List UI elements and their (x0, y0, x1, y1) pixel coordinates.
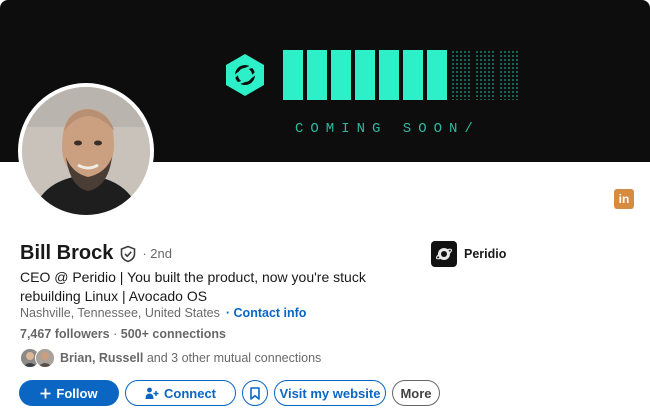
stats-separator: · (113, 327, 121, 341)
visit-website-label: Visit my website (279, 385, 381, 401)
connection-degree: · 2nd (142, 246, 172, 261)
mutual-rest: and 3 other mutual connections (143, 351, 322, 365)
visit-website-button[interactable]: Visit my website (274, 380, 386, 406)
save-bookmark-button[interactable] (242, 380, 268, 406)
profile-photo[interactable] (18, 83, 154, 219)
profile-photo-image (22, 87, 150, 215)
mutual-text: Brian, Russell and 3 other mutual connec… (60, 351, 321, 365)
progress-bar-segment (427, 50, 447, 100)
add-person-icon (145, 387, 159, 400)
company-logo-icon (435, 248, 453, 260)
plus-icon (40, 388, 51, 399)
connections-count[interactable]: 500+ connections (121, 327, 226, 341)
mutual-avatar-russell (35, 348, 55, 368)
mutual-connections[interactable]: Brian, Russell and 3 other mutual connec… (20, 348, 321, 368)
profile-name: Bill Brock (20, 242, 114, 264)
linkedin-icon[interactable]: in (614, 189, 634, 209)
profile-card: COMING SOON/ in Bill Brock · 2nd CEO @ P… (0, 0, 650, 418)
progress-bar-segment (379, 50, 399, 100)
progress-bar-segment (475, 50, 495, 100)
current-company[interactable]: Peridio (431, 241, 506, 267)
location-row: Nashville, Tennessee, United States · Co… (20, 306, 306, 320)
progress-bar-segment (499, 50, 519, 100)
mutual-names: Brian, Russell (60, 351, 144, 365)
progress-bar-segment (283, 50, 303, 100)
progress-bar-segment (307, 50, 327, 100)
company-name: Peridio (464, 247, 507, 261)
coming-soon-text: COMING SOON/ (295, 121, 480, 137)
verified-shield-icon[interactable] (119, 245, 137, 263)
profile-headline: CEO @ Peridio | You built the product, n… (20, 269, 366, 304)
peridio-company-logo (431, 241, 457, 267)
progress-bar-segment (403, 50, 423, 100)
follow-label: Follow (56, 385, 98, 401)
peridio-logo-icon (226, 54, 264, 96)
connect-button[interactable]: Connect (125, 380, 236, 406)
profile-actions: Follow Connect Visit my website More (19, 380, 446, 406)
progress-bar-segment (451, 50, 471, 100)
contact-info-link[interactable]: · Contact info (226, 306, 307, 320)
follower-stats: 7,467 followers · 500+ connections (20, 327, 226, 341)
progress-bars (283, 50, 523, 100)
progress-bar-segment (331, 50, 351, 100)
more-button[interactable]: More (392, 380, 440, 406)
connect-label: Connect (164, 385, 216, 401)
bookmark-icon (250, 386, 260, 400)
profile-location: Nashville, Tennessee, United States (20, 306, 220, 320)
progress-bar-segment (355, 50, 375, 100)
more-label: More (400, 385, 432, 401)
name-row: Bill Brock · 2nd (20, 242, 172, 265)
follow-button[interactable]: Follow (19, 380, 119, 406)
followers-count[interactable]: 7,467 followers (20, 327, 110, 341)
